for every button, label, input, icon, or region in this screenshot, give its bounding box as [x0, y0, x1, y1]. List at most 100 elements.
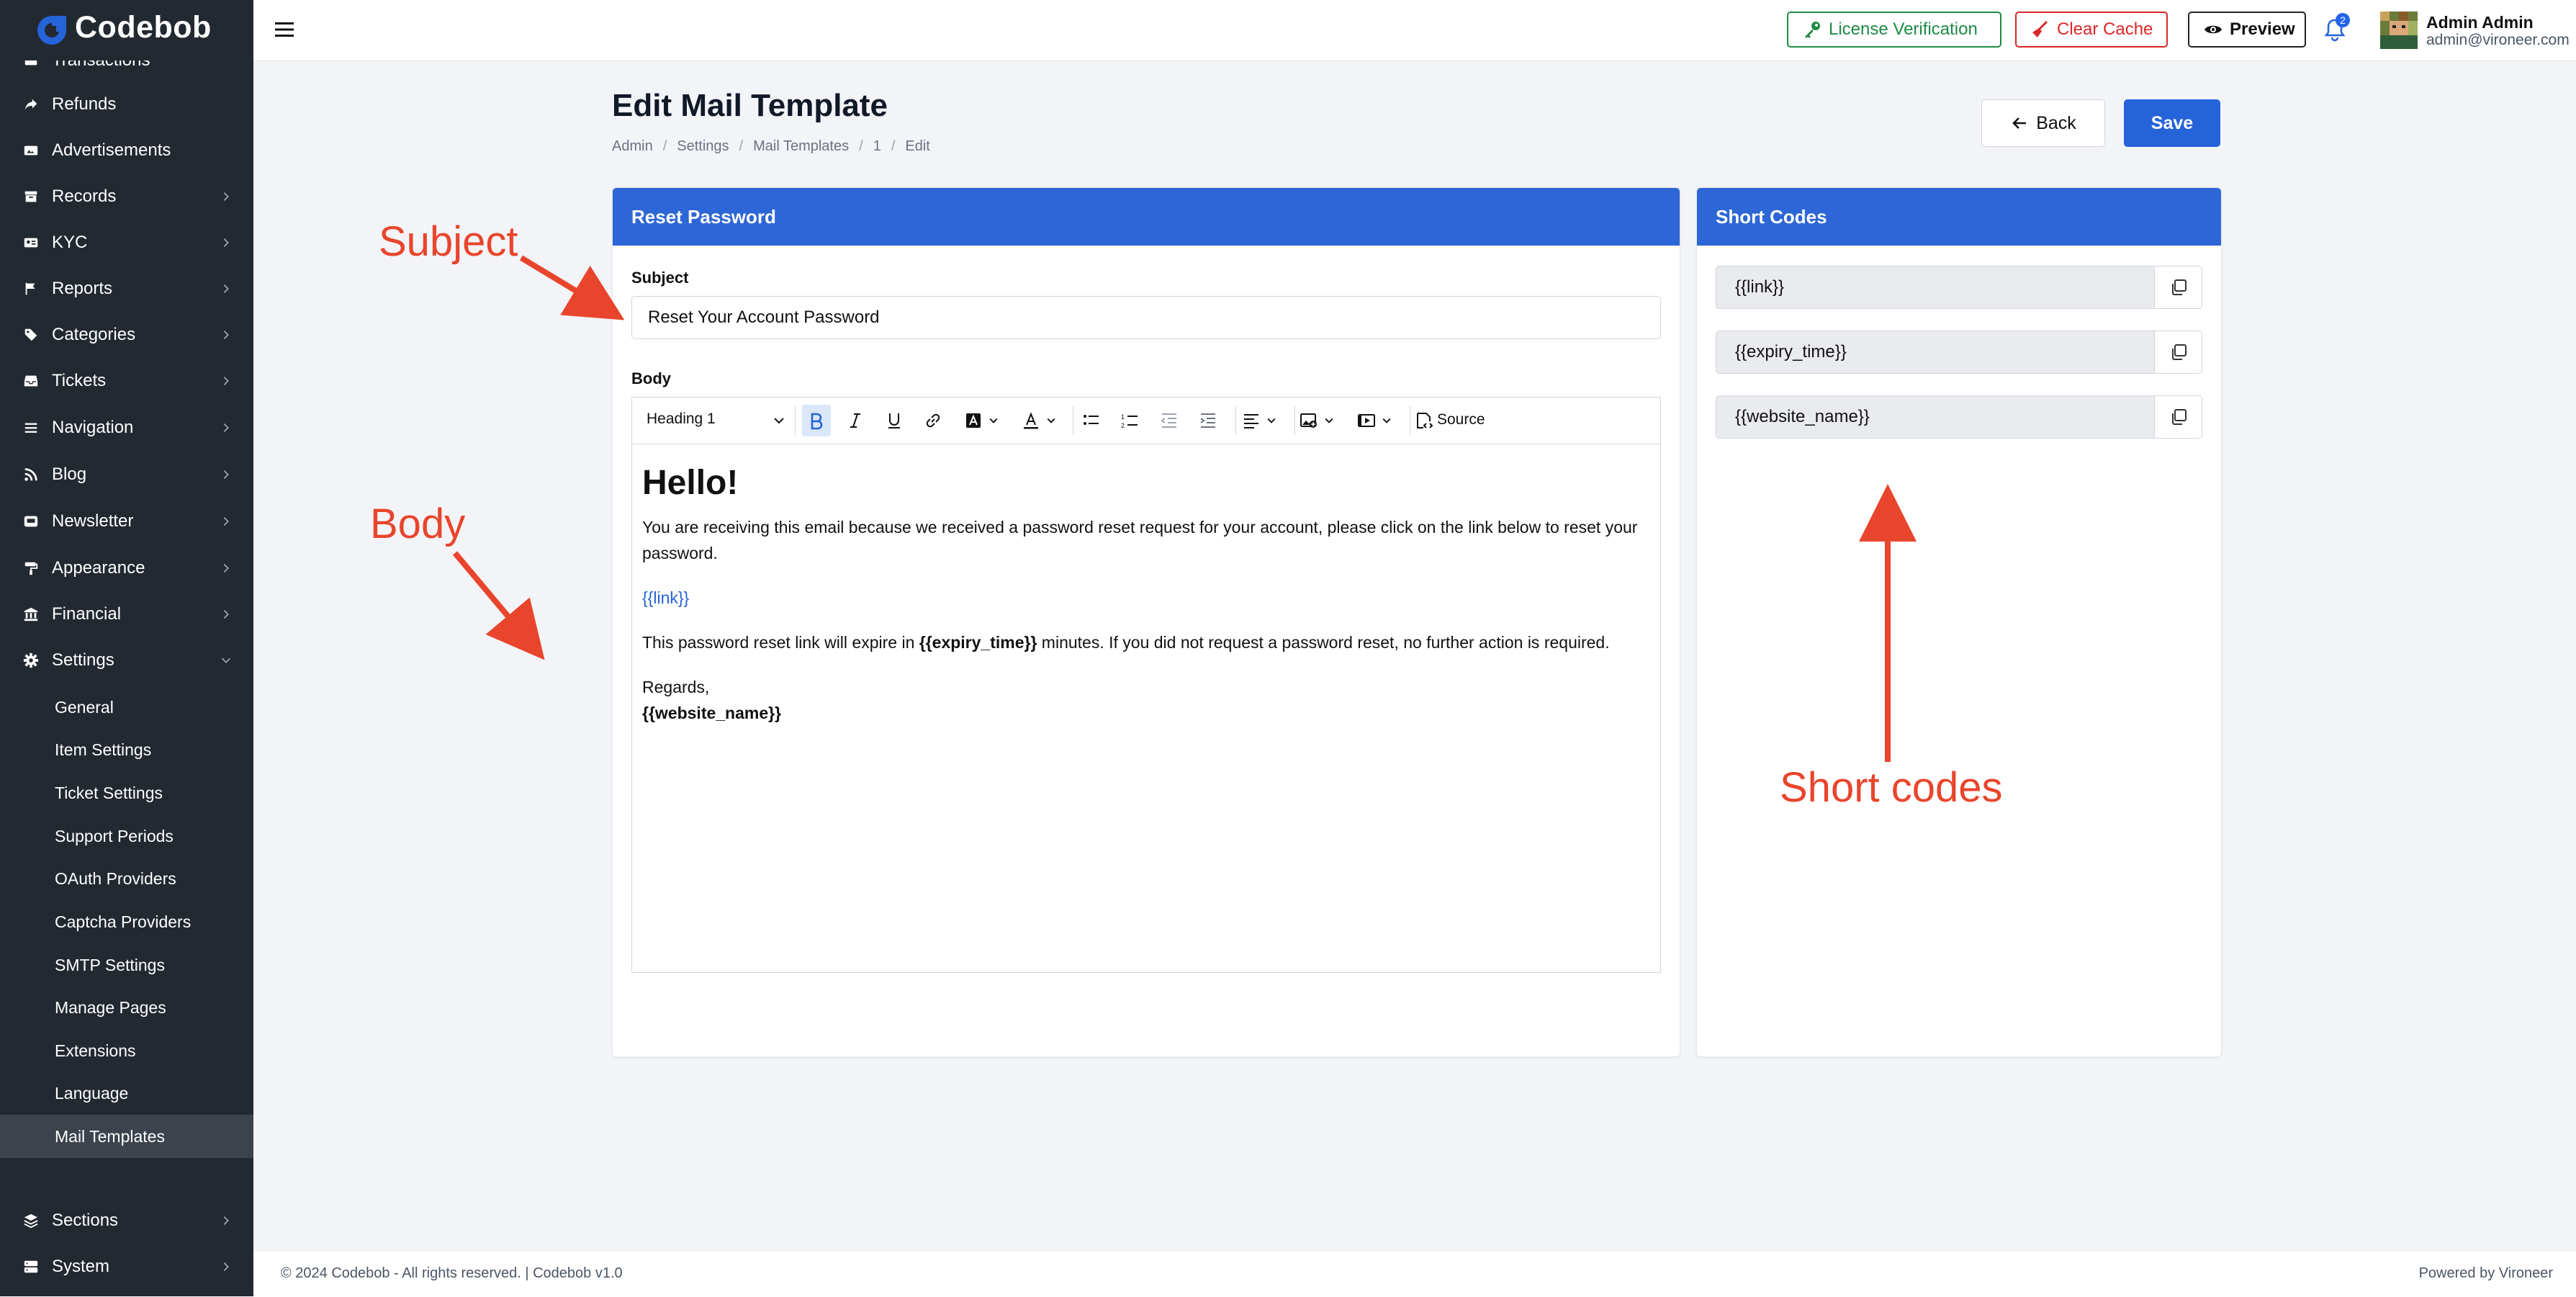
sidebar-subitem-language[interactable]: Language: [0, 1072, 253, 1115]
email-heading: Hello!: [642, 464, 739, 502]
annotation-arrow-subject: [519, 255, 625, 320]
copy-button[interactable]: [2155, 395, 2202, 439]
highlight-color-button[interactable]: [963, 410, 999, 431]
copy-button[interactable]: [2155, 331, 2202, 374]
logo-text: Codebob: [75, 10, 212, 45]
sidebar-subitem-captcha-providers[interactable]: Captcha Providers: [0, 900, 253, 943]
breadcrumb-mail-templates[interactable]: Mail Templates: [753, 138, 849, 155]
annotation-body-label: Body: [370, 501, 466, 547]
shortcode-field[interactable]: {{expiry_time}}: [1716, 331, 2155, 374]
shortcode-row: {{link}}: [1716, 266, 2202, 309]
sidebar-subitem-smtp-settings[interactable]: SMTP Settings: [0, 943, 253, 987]
sidebar-item-tickets[interactable]: Tickets: [0, 358, 253, 404]
subject-input[interactable]: Reset Your Account Password: [631, 296, 1661, 339]
source-label[interactable]: Source: [1437, 411, 1485, 428]
breadcrumb-id[interactable]: 1: [873, 138, 881, 155]
breadcrumb-separator: /: [662, 138, 667, 154]
sidebar-item-navigation[interactable]: Navigation: [0, 405, 253, 451]
toolbar-separator: [795, 406, 796, 435]
user-email: admin@vironeer.com: [2426, 32, 2570, 48]
archive-icon: [22, 187, 40, 206]
sidebar-item-financial[interactable]: Financial: [0, 591, 253, 637]
shortcode-field[interactable]: {{website_name}}: [1716, 395, 2155, 439]
align-button[interactable]: [1241, 410, 1277, 431]
sidebar-subitem-manage-pages[interactable]: Manage Pages: [0, 986, 253, 1029]
id-card-icon: [22, 233, 40, 252]
footer-powered-by[interactable]: Powered by Vironeer: [2419, 1265, 2553, 1282]
annotation-subject-label: Subject: [379, 218, 518, 265]
underline-button[interactable]: [884, 410, 904, 431]
sidebar-item-settings[interactable]: Settings: [0, 637, 253, 683]
chevron-down-icon[interactable]: [772, 413, 786, 428]
bulleted-list-button[interactable]: [1081, 410, 1102, 431]
sidebar-item-kyc[interactable]: KYC: [0, 220, 253, 266]
copy-button[interactable]: [2155, 266, 2202, 309]
sidebar-item-system[interactable]: System: [0, 1244, 253, 1290]
rss-icon: [22, 465, 40, 484]
chevron-right-icon: [223, 516, 229, 526]
link-button[interactable]: [923, 410, 943, 431]
shortcode-row: {{website_name}}: [1716, 395, 2202, 439]
footer: © 2024 Codebob - All rights reserved. | …: [253, 1250, 2576, 1297]
sidebar-item-records[interactable]: Records: [0, 174, 253, 220]
insert-media-button[interactable]: [1356, 410, 1392, 431]
chevron-down-icon: [1267, 418, 1276, 423]
short-codes-card: Short Codes {{link}} {{expiry_time}} {{w…: [1696, 187, 2222, 1057]
italic-button[interactable]: [845, 410, 865, 431]
sidebar-subitem-support-periods[interactable]: Support Periods: [0, 814, 253, 858]
heading-select[interactable]: Heading 1: [647, 410, 716, 428]
back-button[interactable]: Back: [1981, 99, 2105, 147]
sidebar-item-appearance[interactable]: Appearance: [0, 545, 253, 591]
sidebar-item-categories[interactable]: Categories: [0, 312, 253, 358]
sidebar-subitem-mail-templates[interactable]: Mail Templates: [0, 1115, 253, 1158]
topbar: License Verification Clear Cache Preview…: [253, 0, 2576, 61]
breadcrumb-admin[interactable]: Admin: [612, 138, 653, 155]
sidebar-item-advertisements[interactable]: Advertisements: [0, 127, 253, 174]
sidebar-item-refunds[interactable]: Refunds: [0, 81, 253, 127]
sidebar-subitem-extensions[interactable]: Extensions: [0, 1029, 253, 1072]
insert-image-button[interactable]: [1299, 410, 1335, 431]
sidebar-subitem-general[interactable]: General: [0, 686, 253, 729]
chevron-right-icon: [223, 1262, 229, 1272]
tags-icon: [22, 326, 40, 344]
breadcrumb-settings[interactable]: Settings: [677, 138, 729, 155]
clear-cache-button[interactable]: Clear Cache: [2015, 12, 2168, 48]
sidebar-subitem-oauth-providers[interactable]: OAuth Providers: [0, 857, 253, 900]
sidebar-item-reports[interactable]: Reports: [0, 266, 253, 312]
sidebar-item-sections[interactable]: Sections: [0, 1198, 253, 1244]
chevron-right-icon: [223, 376, 229, 386]
sidebar-item-newsletter[interactable]: Newsletter: [0, 498, 253, 544]
template-card: Reset Password Subject Reset Your Accoun…: [612, 187, 1680, 1057]
license-verification-button[interactable]: License Verification: [1787, 12, 2001, 48]
editor-content[interactable]: Hello! You are receiving this email beca…: [642, 462, 1650, 726]
save-button[interactable]: Save: [2124, 99, 2220, 147]
chevron-right-icon: [223, 609, 229, 619]
sidebar-subitem-ticket-settings[interactable]: Ticket Settings: [0, 771, 253, 814]
bulleted-list-icon: [1084, 415, 1099, 425]
numbered-list-button[interactable]: 12: [1120, 410, 1140, 431]
chevron-right-icon: [223, 563, 229, 573]
outdent-button[interactable]: [1159, 410, 1179, 431]
preview-button[interactable]: Preview: [2188, 12, 2306, 48]
bold-button[interactable]: [806, 410, 827, 431]
sidebar-item-blog[interactable]: Blog: [0, 452, 253, 498]
font-color-button[interactable]: [1021, 410, 1057, 431]
chevron-right-icon: [223, 470, 229, 480]
breadcrumb: Admin / Settings / Mail Templates / 1 / …: [612, 138, 930, 155]
hamburger-menu-icon[interactable]: [274, 19, 295, 40]
sidebar-subitem-item-settings[interactable]: Item Settings: [0, 728, 253, 771]
shortcode-field[interactable]: {{link}}: [1716, 266, 2155, 309]
logo[interactable]: Codebob: [0, 0, 253, 60]
ad-icon: [22, 141, 40, 160]
avatar[interactable]: [2380, 12, 2418, 49]
body-editor[interactable]: Heading 1 1 2 Source Hello! You are rece…: [631, 397, 1661, 973]
source-button[interactable]: [1414, 410, 1434, 431]
font-color-icon: [1024, 412, 1038, 429]
body-label: Body: [631, 369, 671, 387]
layers-icon: [22, 1211, 40, 1230]
short-codes-title: Short Codes: [1697, 188, 2221, 246]
chevron-down-icon: [989, 418, 998, 423]
email-link-placeholder[interactable]: {{link}}: [642, 588, 689, 607]
chevron-right-icon: [223, 238, 229, 248]
indent-button[interactable]: [1198, 410, 1218, 431]
